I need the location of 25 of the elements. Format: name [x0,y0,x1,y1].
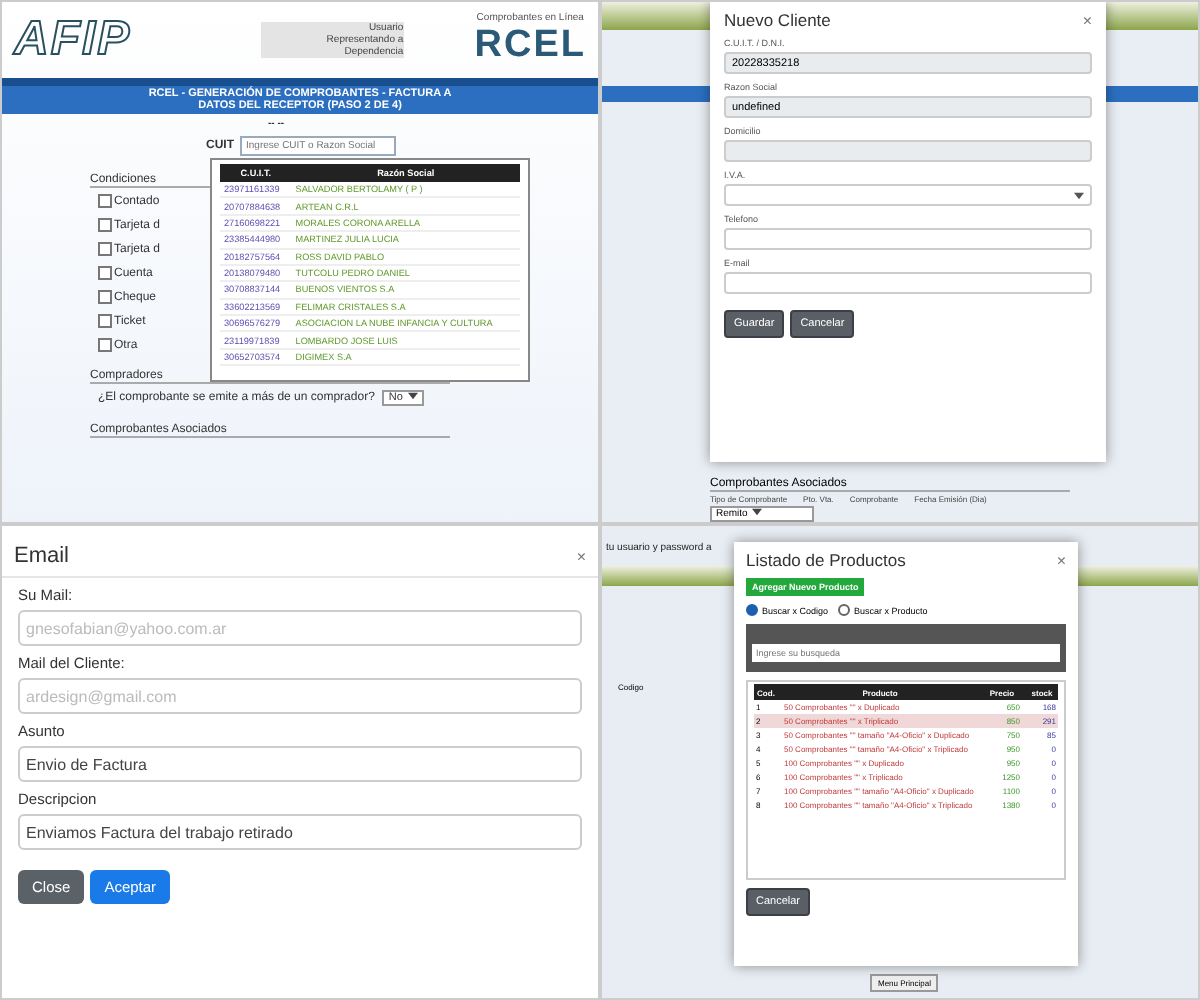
close-button[interactable]: × [1056,551,1066,569]
checkbox[interactable] [98,242,112,256]
radio-button[interactable] [838,604,851,616]
caret-icon [752,508,763,516]
dialog-title: Listado de Productos [746,550,906,570]
input-field[interactable]: Enviamos Factura del trabajo retirado [18,814,582,850]
radio-button[interactable] [746,604,758,616]
input-field[interactable] [724,140,1092,162]
caret-icon [407,392,418,400]
dialog-title: Nuevo Cliente [724,10,831,30]
input-field[interactable] [724,228,1092,250]
rcel-logo: RCEL [474,24,586,68]
checkbox[interactable] [98,218,112,232]
checkbox[interactable] [98,338,112,352]
checkbox[interactable] [98,194,112,208]
checkbox[interactable] [98,314,112,328]
dialog-title: Email [14,544,70,568]
close-button[interactable]: × [576,547,586,565]
checkbox[interactable] [98,290,112,304]
close-button[interactable]: × [1082,11,1092,29]
caret-icon [1074,191,1084,199]
afip-logo: AFIP [14,12,132,68]
input-field[interactable] [724,272,1092,294]
input-field[interactable]: Envio de Factura [18,746,582,782]
checkbox[interactable] [98,266,112,280]
